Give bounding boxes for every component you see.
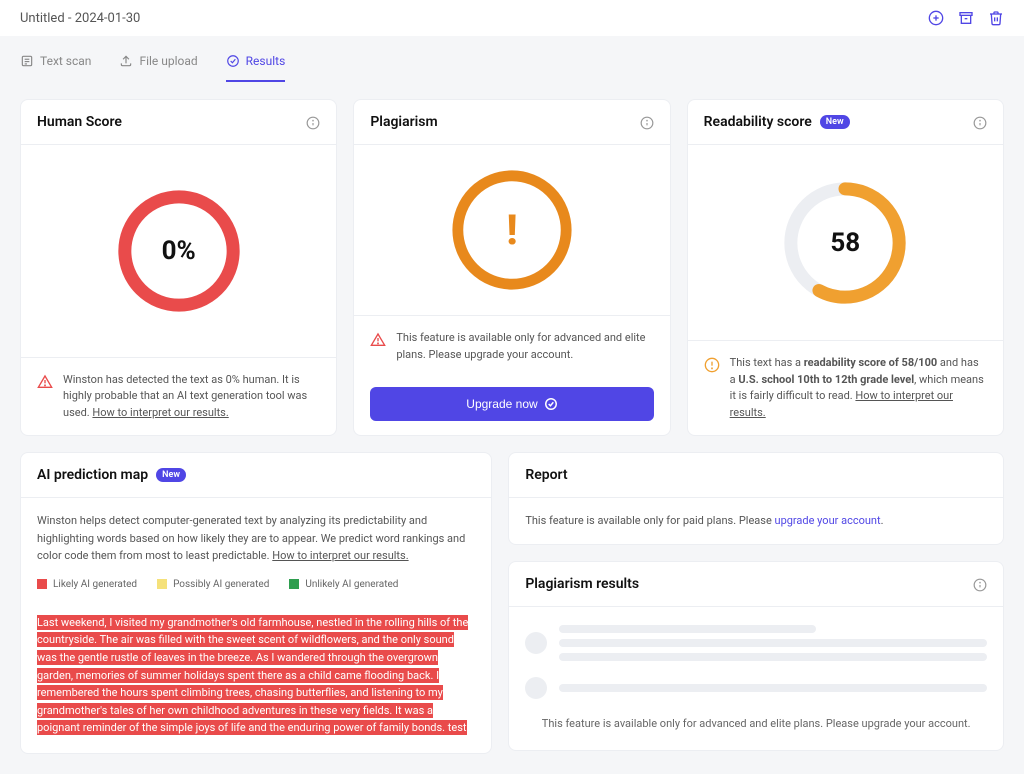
warning-icon [704,357,720,373]
highlighted-text: Last weekend, I visited my grandmother's… [37,614,475,737]
results-icon [226,54,240,68]
plagiarism-results-card: Plagiarism results [508,561,1004,751]
tab-label: Results [246,54,286,68]
cards-row: Human Score 0% Winston has detected the … [0,83,1024,436]
tab-label: File upload [139,54,197,68]
new-badge: New [820,115,850,129]
lower-row: AI prediction map New Winston helps dete… [0,436,1024,774]
card-title: Plagiarism results [525,576,639,592]
readability-value: 58 [780,178,910,308]
skeleton-row [509,669,1003,707]
plagiarism-footer: This feature is available only for advan… [396,330,653,363]
tab-label: Text scan [40,54,91,68]
tab-file-upload[interactable]: File upload [119,46,197,82]
plagiarism-card: Plagiarism ! This feature is available o… [353,99,670,436]
human-score-value: 0% [114,186,244,316]
human-score-card: Human Score 0% Winston has detected the … [20,99,337,436]
info-icon[interactable] [306,115,320,129]
new-badge: New [156,468,186,482]
add-icon[interactable] [928,10,944,26]
header-actions [928,10,1004,26]
tab-text-scan[interactable]: Text scan [20,46,91,82]
tabs: Text scan File upload Results [20,46,1004,83]
readability-footer: This text has a readability score of 58/… [730,355,987,421]
trash-icon[interactable] [988,10,1004,26]
info-icon[interactable] [973,115,987,129]
report-card: Report This feature is available only fo… [508,452,1004,545]
skeleton-row [509,617,1003,669]
interpret-link[interactable]: How to interpret our results. [272,549,408,562]
info-icon[interactable] [973,577,987,591]
human-score-ring: 0% [114,186,244,316]
warning-icon [37,374,53,390]
exclamation-icon: ! [447,165,577,295]
card-title: Report [525,467,567,483]
tabs-container: Text scan File upload Results [0,36,1024,83]
text-scan-icon [20,54,34,68]
page-title: Untitled - 2024-01-30 [20,11,140,26]
prediction-map-desc: Winston helps detect computer-generated … [21,498,491,579]
upgrade-link[interactable]: upgrade your account [775,514,881,527]
card-title: Human Score [37,114,122,130]
plagiarism-ring: ! [447,165,577,295]
legend-likely: Likely AI generated [37,579,137,590]
info-icon[interactable] [640,115,654,129]
legend-possibly: Possibly AI generated [157,579,269,590]
human-score-footer: Winston has detected the text as 0% huma… [63,372,320,422]
readability-card: Readability score New 58 This text has a… [687,99,1004,436]
upgrade-button[interactable]: Upgrade now [370,387,653,421]
legend-unlikely: Unlikely AI generated [289,579,398,590]
interpret-link[interactable]: How to interpret our results. [92,406,228,419]
report-text: This feature is available only for paid … [509,498,1003,544]
legend: Likely AI generated Possibly AI generate… [21,579,491,602]
tab-results[interactable]: Results [226,46,286,82]
card-title: Plagiarism [370,114,437,130]
card-title: AI prediction map [37,467,148,483]
upload-icon [119,54,133,68]
plagiarism-results-msg: This feature is available only for advan… [509,707,1003,740]
page-header: Untitled - 2024-01-30 [0,0,1024,36]
readability-ring: 58 [780,178,910,308]
archive-icon[interactable] [958,10,974,26]
prediction-map-card: AI prediction map New Winston helps dete… [20,452,492,754]
warning-icon [370,332,386,348]
card-title: Readability score [704,114,812,130]
